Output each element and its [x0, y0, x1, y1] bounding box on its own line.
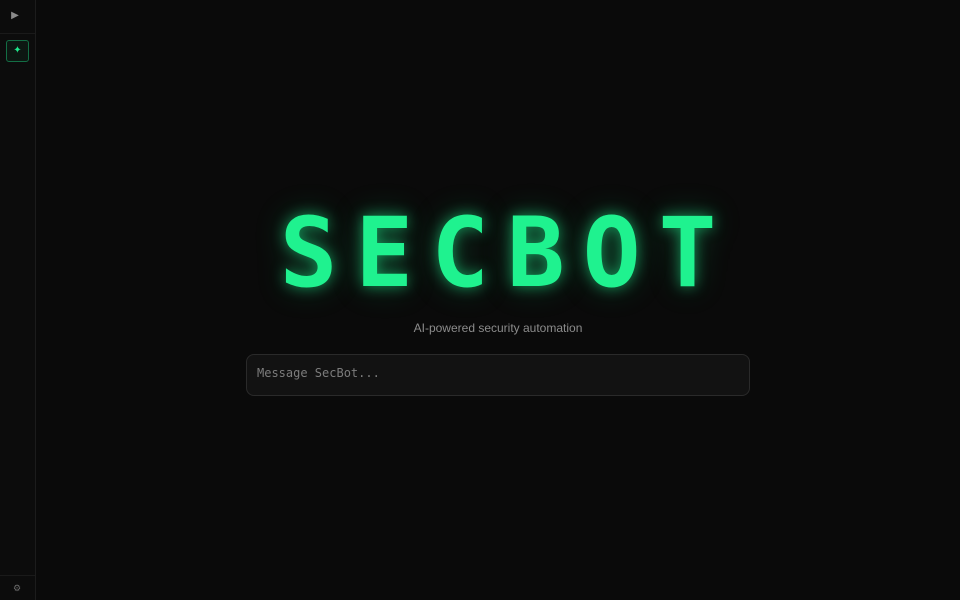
app-title: SECBOT	[279, 197, 735, 309]
app-subtitle: AI-powered security automation	[413, 321, 583, 335]
new-chat-button[interactable]: ✦	[6, 40, 29, 62]
settings-icon[interactable]: ⚙	[11, 582, 23, 594]
sidebar-header: ▶	[0, 0, 35, 34]
sidebar: ▶ ✦ ⚙	[0, 0, 36, 600]
message-input[interactable]	[247, 355, 749, 395]
message-composer	[246, 354, 750, 396]
app-window: ▶ ✦ ⚙ SECBOT AI-powered security automat…	[0, 0, 960, 600]
sparkle-icon: ✦	[13, 45, 22, 56]
sidebar-footer: ⚙	[0, 575, 35, 600]
play-icon[interactable]: ▶	[8, 9, 22, 23]
main-panel: SECBOT AI-powered security automation	[36, 0, 960, 600]
